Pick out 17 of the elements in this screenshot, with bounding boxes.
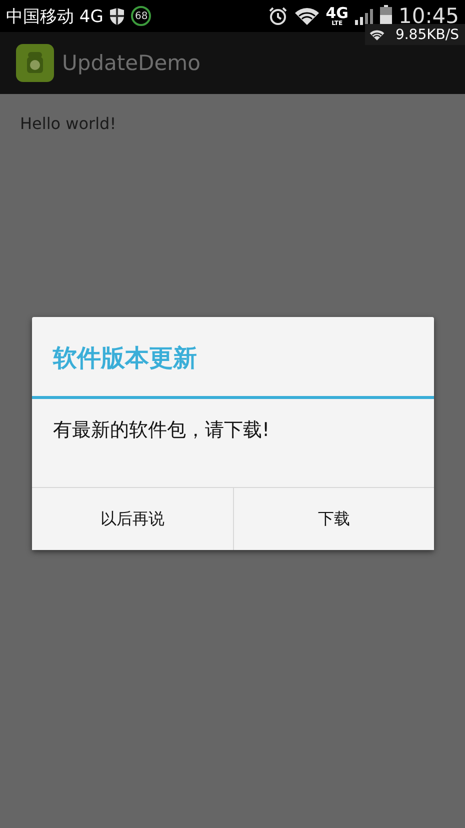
dialog-title: 软件版本更新 xyxy=(52,343,198,374)
app-title: UpdateDemo xyxy=(62,51,200,75)
signal-icon xyxy=(354,6,374,26)
wifi-icon xyxy=(369,28,386,40)
dialog-button[interactable]: 以后再说 xyxy=(32,488,232,550)
clock-time: 10:45 xyxy=(398,4,459,28)
wifi-icon xyxy=(294,6,320,26)
network-speed: 9.85KB/S xyxy=(395,26,459,42)
app-icon xyxy=(16,44,54,82)
dialog-message: 有最新的软件包，请下载! xyxy=(52,418,271,443)
shield-icon xyxy=(109,6,126,26)
notification-badge: 68 xyxy=(131,6,152,26)
hello-text: Hello world! xyxy=(19,113,118,135)
carrier-name: 中国移动 4G xyxy=(6,6,104,28)
dialog-button[interactable]: 下载 xyxy=(232,488,434,550)
alarm-icon xyxy=(268,6,288,26)
network-type: 4G xyxy=(326,6,348,20)
